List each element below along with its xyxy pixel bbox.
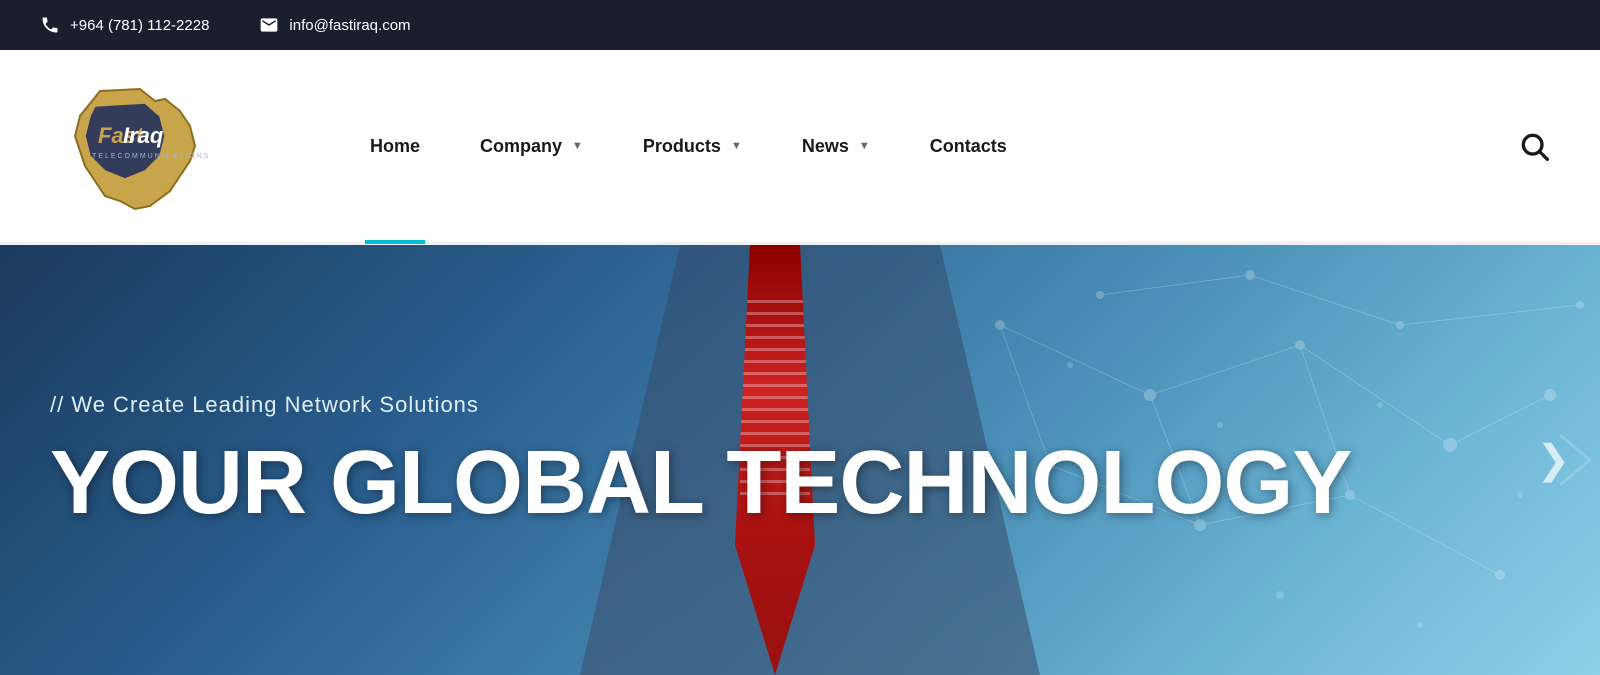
svg-text:Iraq: Iraq bbox=[123, 123, 164, 148]
nav-home[interactable]: Home bbox=[340, 49, 450, 244]
nav-news[interactable]: News ▼ bbox=[772, 49, 900, 244]
nav-contacts-label: Contacts bbox=[930, 136, 1007, 157]
nav-contacts[interactable]: Contacts bbox=[900, 49, 1037, 244]
nav-products[interactable]: Products ▼ bbox=[613, 49, 772, 244]
hero-content: // We Create Leading Network Solutions Y… bbox=[0, 392, 1401, 528]
phone-contact[interactable]: +964 (781) 112-2228 bbox=[40, 15, 209, 35]
nav-company-label: Company bbox=[480, 136, 562, 157]
phone-number: +964 (781) 112-2228 bbox=[70, 17, 209, 34]
email-icon bbox=[259, 15, 279, 35]
email-address: info@fastiraq.com bbox=[289, 17, 410, 34]
company-chevron-icon: ▼ bbox=[572, 140, 583, 152]
hero-title: YOUR GLOBAL TECHNOLOGY bbox=[50, 438, 1351, 528]
nav-company[interactable]: Company ▼ bbox=[450, 49, 613, 244]
nav-home-label: Home bbox=[370, 136, 420, 157]
nav-bar: Fast Iraq TELECOMMUNICATIONS Home Compan… bbox=[0, 50, 1600, 245]
hero-subtitle: // We Create Leading Network Solutions bbox=[50, 392, 1351, 418]
logo[interactable]: Fast Iraq TELECOMMUNICATIONS bbox=[40, 71, 260, 221]
email-contact[interactable]: info@fastiraq.com bbox=[259, 15, 410, 35]
search-button[interactable] bbox=[1508, 120, 1560, 172]
hero-next-arrow[interactable]: ❯ bbox=[1536, 437, 1570, 483]
hero-section: // We Create Leading Network Solutions Y… bbox=[0, 245, 1600, 675]
top-bar: +964 (781) 112-2228 info@fastiraq.com bbox=[0, 0, 1600, 50]
logo-image: Fast Iraq TELECOMMUNICATIONS bbox=[40, 71, 260, 221]
main-nav: Home Company ▼ Products ▼ News ▼ Contact… bbox=[340, 49, 1508, 244]
nav-products-label: Products bbox=[643, 136, 721, 157]
svg-text:TELECOMMUNICATIONS: TELECOMMUNICATIONS bbox=[92, 153, 210, 160]
news-chevron-icon: ▼ bbox=[859, 140, 870, 152]
phone-icon bbox=[40, 15, 60, 35]
nav-news-label: News bbox=[802, 136, 849, 157]
products-chevron-icon: ▼ bbox=[731, 140, 742, 152]
